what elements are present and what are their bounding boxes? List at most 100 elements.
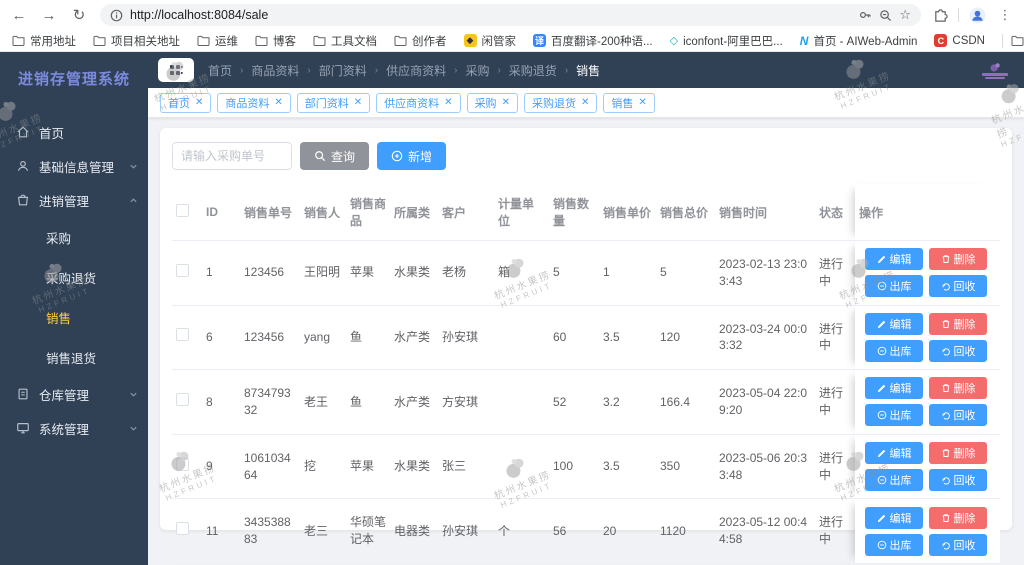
breadcrumb-item[interactable]: 采购退货	[509, 62, 557, 79]
sidebar-item-sale[interactable]: 销售	[0, 297, 148, 337]
row-checkbox[interactable]	[176, 263, 189, 277]
outbound-button[interactable]: 出库	[865, 339, 923, 362]
sidebar-item-purchase-sale-mgmt[interactable]: 进销管理	[0, 183, 148, 217]
row-checkbox[interactable]	[176, 328, 189, 342]
add-button[interactable]: 新增	[377, 142, 447, 170]
pencil-icon	[877, 449, 885, 458]
trash-icon	[942, 255, 949, 264]
delete-button[interactable]: 删除	[929, 377, 987, 400]
bookmark-item[interactable]: C CSDN	[934, 34, 985, 47]
outbound-button[interactable]: 出库	[865, 533, 923, 556]
url-text[interactable]: http://localhost:8084/sale	[130, 8, 851, 22]
back-icon[interactable]: ←	[10, 7, 28, 24]
breadcrumb-item[interactable]: 采购	[465, 62, 489, 79]
col-order-no: 销售单号	[240, 184, 300, 241]
tag-purchase-return[interactable]: 采购退货 ✕	[523, 92, 598, 113]
bookmark-item[interactable]: N 首页 - AIWeb-Admin	[800, 33, 918, 49]
bookmark-item[interactable]: 译百度翻译-200种语...	[533, 33, 653, 49]
trash-icon	[942, 320, 949, 328]
query-button[interactable]: 查询	[300, 142, 370, 170]
recycle-button[interactable]: 回收	[929, 404, 987, 427]
reload-icon[interactable]: ↻	[70, 6, 88, 24]
row-checkbox[interactable]	[176, 457, 189, 471]
row-checkbox[interactable]	[176, 522, 189, 536]
close-icon[interactable]: ✕	[581, 97, 589, 108]
close-icon[interactable]: ✕	[354, 97, 362, 108]
breadcrumb-item[interactable]: 首页	[208, 62, 232, 79]
browser-menu-icon[interactable]: ⋮	[996, 7, 1014, 23]
select-all-checkbox[interactable]	[176, 204, 189, 217]
bookmark-item[interactable]: ◇ iconfont-阿里巴巴...	[670, 33, 783, 49]
search-input[interactable]	[172, 142, 292, 170]
recycle-button[interactable]: 回收	[929, 469, 987, 492]
bookmark-item[interactable]: 项目相关地址	[93, 33, 180, 49]
col-seller: 销售人	[300, 184, 346, 241]
sidebar-item-purchase[interactable]: 采购	[0, 217, 148, 257]
col-customer: 客户	[438, 184, 494, 241]
close-icon[interactable]: ✕	[274, 97, 282, 108]
recycle-icon	[942, 412, 950, 420]
tag-sale[interactable]: 销售 ✕	[603, 92, 655, 113]
zoom-icon[interactable]	[879, 9, 892, 22]
recycle-button[interactable]: 回收	[929, 275, 987, 298]
breadcrumb-item[interactable]: 供应商资料	[386, 62, 446, 79]
delete-button[interactable]: 删除	[929, 442, 987, 465]
page-content: 查询 新增 ID 销售单号	[148, 118, 1024, 565]
sidebar-item-purchase-return[interactable]: 采购退货	[0, 257, 148, 297]
col-price: 销售单价	[599, 184, 656, 241]
delete-button[interactable]: 删除	[929, 506, 987, 529]
edit-button[interactable]: 编辑	[865, 248, 923, 271]
close-icon[interactable]: ✕	[195, 97, 203, 108]
bookmark-item[interactable]: ◆ 闲管家	[463, 33, 516, 49]
bookmark-item[interactable]: 创作者	[394, 33, 447, 49]
site-info-icon[interactable]	[110, 9, 123, 22]
bookmark-star-icon[interactable]: ☆	[899, 7, 911, 23]
table-header-row: ID 销售单号 销售人 销售商品 所属类 客户 计量单位 销售数量 销售单价 销…	[172, 184, 1000, 241]
sidebar-item-sale-return[interactable]: 销售退货	[0, 337, 148, 377]
tag-supplier[interactable]: 供应商资料 ✕	[376, 92, 461, 113]
tag-goods[interactable]: 商品资料 ✕	[217, 92, 291, 113]
sidebar-item-system[interactable]: 系统管理	[0, 411, 148, 445]
close-icon[interactable]: ✕	[444, 97, 452, 108]
edit-button[interactable]: 编辑	[865, 312, 923, 335]
delete-button[interactable]: 删除	[929, 248, 987, 271]
address-bar[interactable]: http://localhost:8084/sale ☆	[100, 4, 921, 26]
tag-purchase[interactable]: 采购 ✕	[466, 92, 518, 113]
recycle-button[interactable]: 回收	[929, 339, 987, 362]
sidebar-item-home[interactable]: 首页	[0, 115, 148, 149]
bookmark-item[interactable]: 博客	[255, 33, 296, 49]
row-checkbox[interactable]	[176, 393, 189, 407]
breadcrumb-item[interactable]: 商品资料	[251, 62, 299, 79]
recycle-button[interactable]: 回收	[929, 533, 987, 556]
breadcrumb-item[interactable]: 部门资料	[319, 62, 367, 79]
sidebar-toggle-button[interactable]	[158, 58, 194, 82]
bookmark-item[interactable]: 常用地址	[12, 33, 76, 49]
table-row: 11 343538883 老三 华硕笔记本 电器类 孙安琪 个 56 20 11…	[172, 498, 1000, 564]
sidebar-item-basic-info[interactable]: 基础信息管理	[0, 149, 148, 183]
outbound-button[interactable]: 出库	[865, 275, 923, 298]
tag-department[interactable]: 部门资料 ✕	[296, 92, 371, 113]
close-icon[interactable]: ✕	[638, 97, 646, 108]
bookmark-item[interactable]: 运维	[197, 33, 238, 49]
delete-button[interactable]: 删除	[929, 312, 987, 335]
edit-button[interactable]: 编辑	[865, 442, 923, 465]
all-bookmarks-button[interactable]: 所有书签	[1011, 33, 1024, 49]
edit-button[interactable]: 编辑	[865, 506, 923, 529]
forward-icon[interactable]: →	[40, 7, 58, 24]
close-icon[interactable]: ✕	[502, 97, 510, 108]
bookmark-item[interactable]: 工具文档	[313, 33, 377, 49]
edit-button[interactable]: 编辑	[865, 377, 923, 400]
circle-minus-icon	[877, 282, 886, 291]
tag-bar: 首页 ✕ 商品资料 ✕ 部门资料 ✕ 供应商资料 ✕ 采购 ✕ 采购退货 ✕ 销售 ✕	[148, 88, 1024, 118]
outbound-button[interactable]: 出库	[865, 404, 923, 427]
profile-avatar[interactable]	[969, 6, 986, 24]
tag-home[interactable]: 首页 ✕	[160, 92, 212, 113]
outbound-button[interactable]: 出库	[865, 469, 923, 492]
aiweb-icon: N	[799, 33, 809, 48]
extensions-icon[interactable]	[933, 8, 948, 23]
sidebar-item-warehouse[interactable]: 仓库管理	[0, 377, 148, 411]
monitor-icon	[17, 423, 29, 434]
chevron-down-icon	[129, 390, 138, 399]
chevron-down-icon	[129, 162, 138, 171]
password-key-icon[interactable]	[858, 8, 872, 22]
